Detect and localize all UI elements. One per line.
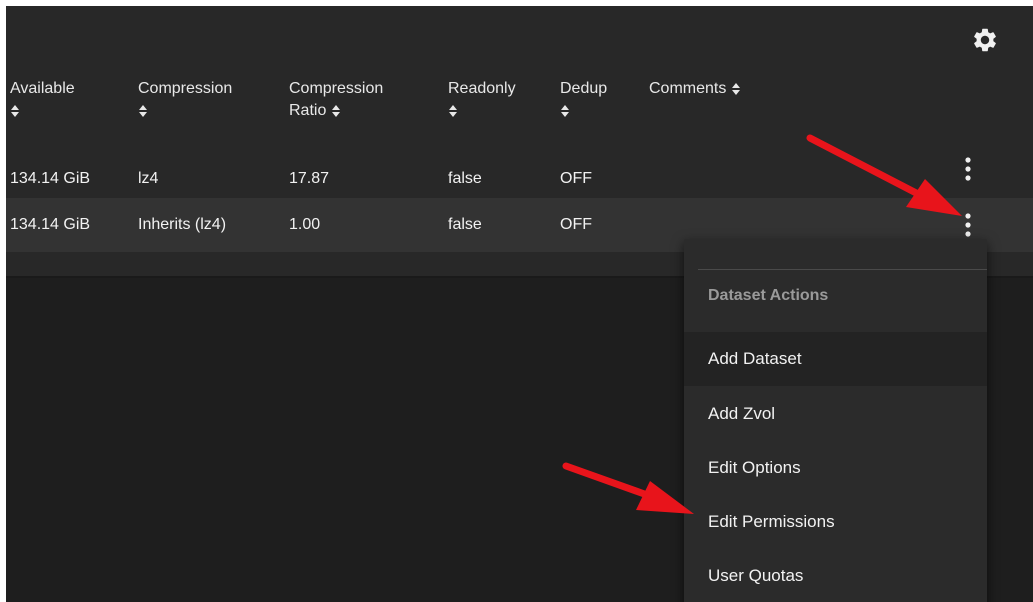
column-header-readonly[interactable]: Readonly (448, 78, 516, 122)
cell-compression: Inherits (lz4) (138, 216, 227, 233)
cell-dedup: OFF (560, 216, 592, 233)
more-vert-icon[interactable] (963, 211, 973, 239)
app-window: Available Compression Compression Ratio … (6, 6, 1033, 602)
column-label: Comments (649, 80, 727, 97)
more-vert-icon[interactable] (963, 155, 973, 183)
dataset-actions-menu: Dataset Actions Add Dataset Add Zvol Edi… (684, 239, 987, 602)
sort-icon[interactable] (560, 104, 570, 118)
menu-divider (698, 269, 987, 270)
column-header-compression-ratio[interactable]: Compression Ratio (289, 78, 383, 122)
column-label: Compression (289, 80, 384, 97)
sort-icon[interactable] (138, 104, 148, 118)
menu-item-add-zvol[interactable]: Add Zvol (684, 387, 987, 441)
menu-item-user-quotas[interactable]: User Quotas (684, 549, 987, 602)
gear-icon[interactable] (971, 26, 999, 54)
column-label: Compression (138, 80, 233, 97)
column-header-comments[interactable]: Comments (649, 78, 741, 100)
datasets-table: Available Compression Compression Ratio … (6, 6, 1033, 278)
column-header-dedup[interactable]: Dedup (560, 78, 607, 122)
menu-item-edit-options[interactable]: Edit Options (684, 441, 987, 495)
cell-readonly: false (448, 216, 482, 233)
sort-icon[interactable] (448, 104, 458, 118)
column-label: Readonly (448, 80, 516, 97)
cell-compression-ratio: 1.00 (289, 216, 321, 233)
menu-item-add-dataset[interactable]: Add Dataset (684, 332, 987, 386)
sort-icon[interactable] (331, 104, 341, 118)
sort-icon[interactable] (731, 82, 741, 96)
column-label-line2: Ratio (289, 102, 327, 119)
cell-available: 134.14 GiB (10, 216, 91, 233)
column-header-available[interactable]: Available (10, 78, 75, 122)
sort-icon[interactable] (10, 104, 20, 118)
column-label: Dedup (560, 80, 608, 97)
menu-item-edit-permissions[interactable]: Edit Permissions (684, 495, 987, 549)
column-header-compression[interactable]: Compression (138, 78, 232, 122)
column-label: Available (10, 80, 75, 97)
menu-header: Dataset Actions (708, 287, 829, 304)
